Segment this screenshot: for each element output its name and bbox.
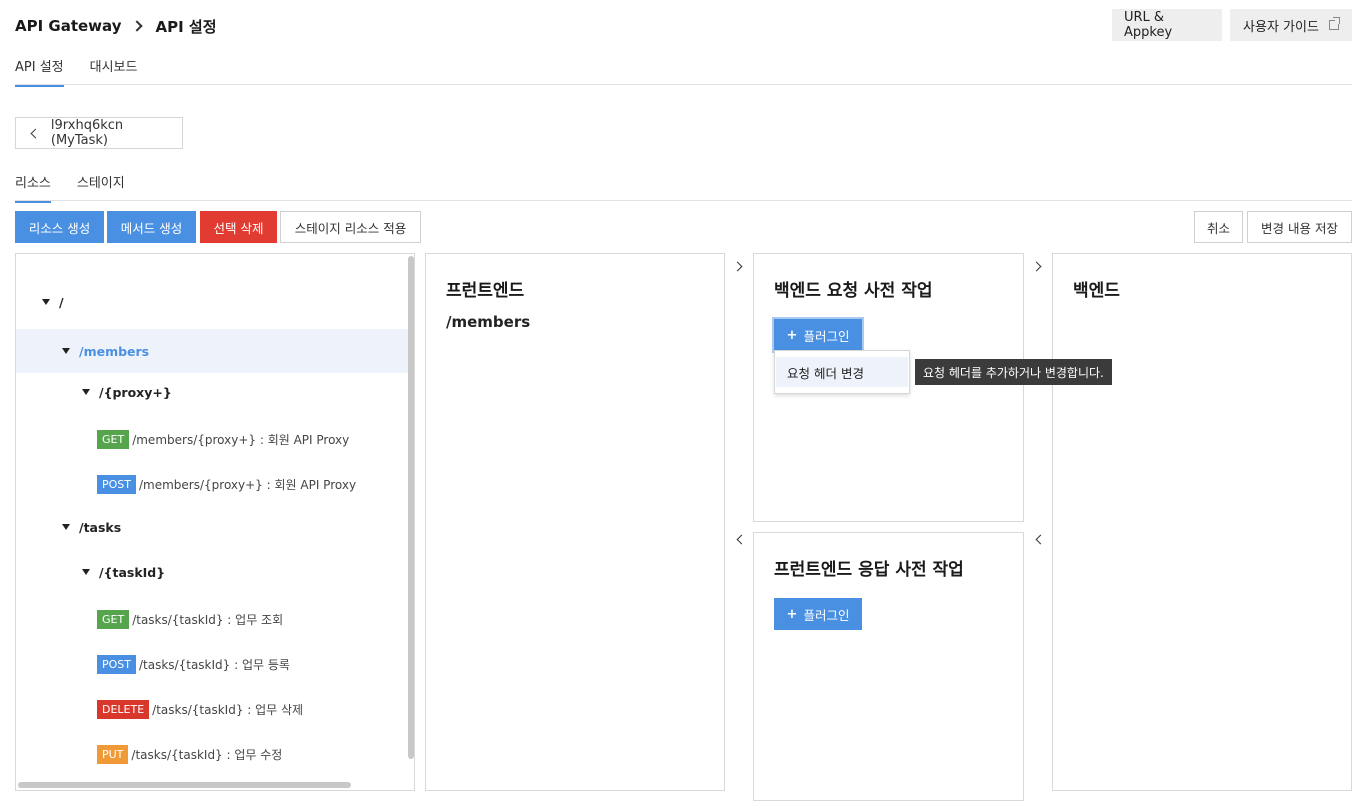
vertical-scrollbar[interactable]: [408, 256, 414, 759]
tree-method-row[interactable]: GET /members/{proxy+} : 회원 API Proxy: [16, 417, 408, 461]
plus-icon: +: [786, 327, 798, 343]
method-badge: GET: [97, 429, 130, 449]
apply-stage-button[interactable]: 스테이지 리소스 적용: [280, 211, 421, 243]
caret-down-icon: [62, 348, 70, 354]
breadcrumb-current: API 설정: [155, 17, 217, 36]
method-badge: PUT: [97, 744, 129, 764]
chevron-right-icon: [732, 261, 743, 272]
tree-method-row[interactable]: DELETE /tasks/{taskId} : 업무 삭제: [16, 687, 408, 731]
tab-stages[interactable]: 스테이지: [77, 172, 125, 203]
api-back-button[interactable]: l9rxhq6kcn (MyTask): [15, 117, 183, 149]
tree-node-tasks[interactable]: /tasks: [16, 505, 408, 549]
tab-dashboard[interactable]: 대시보드: [90, 56, 138, 87]
chevron-right-icon: [131, 20, 144, 32]
caret-down-icon: [42, 299, 50, 305]
caret-down-icon: [82, 569, 90, 575]
save-changes-button[interactable]: 변경 내용 저장: [1247, 211, 1352, 243]
caret-down-icon: [82, 389, 90, 395]
tree-node-root[interactable]: /: [16, 280, 408, 324]
chevron-right-icon: [1031, 261, 1042, 272]
url-appkey-label: URL & Appkey: [1124, 10, 1173, 40]
tree-node-label: /members: [79, 343, 150, 359]
backend-title: 백엔드: [1073, 281, 1120, 301]
frontend-panel: 프런트엔드 /members: [425, 253, 725, 791]
tree-node-members[interactable]: /members: [16, 329, 408, 373]
method-label: /tasks/{taskId} : 업무 조회: [132, 612, 284, 627]
method-label: /members/{proxy+} : 회원 API Proxy: [139, 477, 357, 492]
frontend-title: 프런트엔드: [446, 281, 525, 301]
external-link-icon: [1328, 17, 1341, 30]
tree-node-task-id[interactable]: /{taskId}: [16, 550, 408, 594]
horizontal-scrollbar[interactable]: [18, 782, 351, 788]
divider: [15, 84, 1352, 85]
breadcrumb: API Gateway API 설정: [15, 14, 217, 38]
plugin-label: 플러그인: [803, 328, 850, 344]
tree-node-label: /{taskId}: [99, 564, 166, 580]
method-badge: GET: [97, 609, 130, 629]
add-plugin-button[interactable]: + 플러그인: [774, 319, 862, 351]
user-guide-label: 사용자 가이드: [1243, 19, 1319, 35]
method-label: /members/{proxy+} : 회원 API Proxy: [132, 432, 350, 447]
method-label: /tasks/{taskId} : 업무 등록: [139, 657, 290, 672]
method-badge: DELETE: [97, 699, 150, 719]
tree-node-label: /: [59, 294, 64, 310]
plugin-label: 플러그인: [803, 607, 850, 623]
chevron-left-icon: [736, 534, 747, 545]
backend-panel: 백엔드: [1052, 253, 1352, 791]
url-appkey-button[interactable]: URL & Appkey: [1112, 9, 1222, 41]
tree-method-row[interactable]: GET /tasks/{taskId} : 업무 조회: [16, 597, 408, 641]
tab-api-settings[interactable]: API 설정: [15, 56, 64, 87]
breadcrumb-root[interactable]: API Gateway: [15, 17, 121, 35]
frontend-path: /members: [446, 313, 531, 331]
tree-node-label: /tasks: [79, 519, 122, 535]
tab-resources[interactable]: 리소스: [15, 172, 51, 203]
api-name-label: l9rxhq6kcn (MyTask): [50, 118, 124, 148]
plugin-option-change-request-header[interactable]: 요청 헤더 변경: [776, 357, 908, 387]
tree-node-members-proxy[interactable]: /{proxy+}: [16, 370, 408, 414]
cancel-button[interactable]: 취소: [1194, 211, 1243, 243]
plus-icon: +: [786, 606, 798, 622]
create-resource-button[interactable]: 리소스 생성: [15, 211, 104, 243]
divider: [15, 200, 1352, 201]
chevron-left-icon: [1035, 534, 1046, 545]
tree-node-label: /{proxy+}: [99, 384, 172, 400]
tree-method-row[interactable]: PUT /tasks/{taskId} : 업무 수정: [16, 732, 408, 776]
add-plugin-button[interactable]: + 플러그인: [774, 598, 862, 630]
method-badge: POST: [97, 474, 136, 494]
main-tabs: API 설정 대시보드: [15, 56, 163, 87]
create-method-button[interactable]: 메서드 생성: [107, 211, 196, 243]
plugin-dropdown: 요청 헤더 변경: [774, 350, 910, 394]
sub-tabs: 리소스 스테이지: [15, 172, 151, 203]
method-label: /tasks/{taskId} : 업무 수정: [131, 747, 283, 762]
method-label: /tasks/{taskId} : 업무 삭제: [152, 702, 304, 717]
resource-tree: / /members /{proxy+} GET /members/{proxy…: [15, 253, 415, 791]
frontend-response-title: 프런트엔드 응답 사전 작업: [774, 560, 964, 580]
chevron-left-icon: [30, 128, 41, 138]
tree-method-row[interactable]: POST /tasks/{taskId} : 업무 등록: [16, 642, 408, 686]
tree-method-row[interactable]: POST /members/{proxy+} : 회원 API Proxy: [16, 462, 408, 506]
backend-request-title: 백엔드 요청 사전 작업: [774, 281, 933, 301]
user-guide-button[interactable]: 사용자 가이드: [1230, 9, 1352, 41]
caret-down-icon: [62, 524, 70, 530]
frontend-response-panel: 프런트엔드 응답 사전 작업 + 플러그인: [753, 532, 1024, 801]
delete-selected-button[interactable]: 선택 삭제: [200, 211, 277, 243]
method-badge: POST: [97, 654, 136, 674]
plugin-tooltip: 요청 헤더를 추가하거나 변경합니다.: [915, 359, 1112, 385]
